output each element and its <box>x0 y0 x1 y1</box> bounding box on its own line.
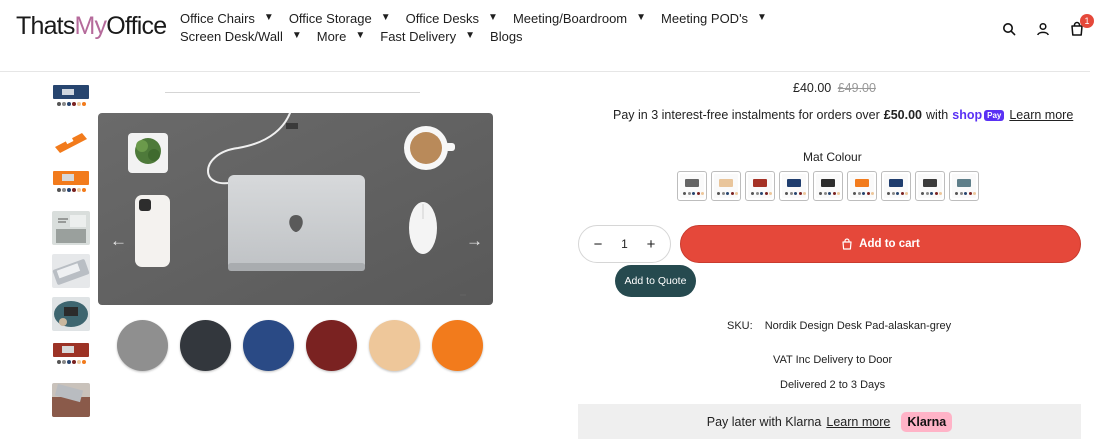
klarna-text: Pay later with Klarna <box>706 414 822 429</box>
installments-with: with <box>926 108 949 122</box>
sku-value: Nordik Design Desk Pad-alaskan-grey <box>764 320 952 332</box>
colour-circle-6[interactable] <box>432 320 483 371</box>
shop-pay-logo: shop Pay <box>952 108 1005 122</box>
caret-down-icon: ▼ <box>636 12 647 23</box>
nav-item-office-chairs[interactable]: Office Chairs ▼ <box>180 11 274 26</box>
thumbnail-list <box>52 82 90 426</box>
mat-colour-swatch-8[interactable] <box>915 171 945 201</box>
nav-item-label: Office Storage <box>288 11 372 26</box>
cart-count-badge: 1 <box>1080 14 1094 28</box>
logo-text-thats: Thats <box>16 12 75 40</box>
klarna-logo: Klarna <box>901 411 953 432</box>
site-logo[interactable]: ThatsMyOffice <box>16 12 167 41</box>
mat-colour-swatch-7[interactable] <box>881 171 911 201</box>
thumbnail-4[interactable] <box>52 211 90 245</box>
nav-item-office-storage[interactable]: Office Storage ▼ <box>289 11 391 26</box>
caret-down-icon: ▼ <box>488 12 498 23</box>
thumbnail-2[interactable] <box>52 125 90 159</box>
cart-icon[interactable]: 1 <box>1067 14 1094 39</box>
quantity-increase-button[interactable]: + <box>644 236 658 253</box>
nav-item-meeting-pod-s[interactable]: Meeting POD's ▼ <box>661 11 767 26</box>
sku-label: SKU: <box>727 320 753 332</box>
caret-down-icon: ▼ <box>380 12 391 23</box>
mat-colour-swatch-4[interactable] <box>779 171 809 201</box>
image-divider <box>165 92 420 93</box>
sku-line: SKU: Nordik Design Desk Pad-alaskan-grey <box>727 320 951 332</box>
nav-item-blogs[interactable]: Blogs <box>490 29 523 44</box>
bag-icon <box>842 238 852 250</box>
nav-item-label: Office Chairs <box>180 11 255 26</box>
logo-text-office: Office <box>106 12 167 40</box>
installments-amount: £50.00 <box>883 108 923 122</box>
shop-pay-tag: Pay <box>984 109 1005 121</box>
quantity-stepper: − 1 + <box>578 225 671 263</box>
caret-down-icon: ▼ <box>465 30 476 41</box>
installments-learn-more-link[interactable]: Learn more <box>1009 108 1073 122</box>
thumbnail-8[interactable] <box>52 383 90 417</box>
caret-down-icon: ▼ <box>757 12 767 23</box>
thumbnail-7[interactable] <box>52 340 90 374</box>
product-price: £40.00 £49.00 <box>793 81 876 95</box>
klarna-banner: Pay later with Klarna Learn more Klarna <box>578 404 1081 439</box>
mat-colour-swatch-3[interactable] <box>745 171 775 201</box>
compare-price: £49.00 <box>837 81 876 95</box>
thumbnail-3[interactable] <box>52 168 90 202</box>
nav-item-label: Meeting/Boardroom <box>512 11 628 26</box>
thumbnail-1[interactable] <box>52 82 90 116</box>
main-nav: Office Chairs ▼ Office Storage ▼ Office Desk… <box>180 11 900 44</box>
quantity-decrease-button[interactable]: − <box>591 236 605 253</box>
thumbnail-5[interactable] <box>52 254 90 288</box>
caret-down-icon: ▼ <box>355 30 366 41</box>
product-main-image[interactable]: ⋯ ← → <box>98 102 493 305</box>
prev-image-arrow[interactable]: ← <box>110 231 127 251</box>
nav-item-office-desks[interactable]: Office Desks ▼ <box>406 11 498 26</box>
add-to-quote-button[interactable]: Add to Quote <box>615 265 696 297</box>
nav-item-label: More <box>316 29 347 44</box>
svg-text:⋯: ⋯ <box>460 293 466 299</box>
nav-item-label: Meeting POD's <box>661 11 749 26</box>
delivery-time-text: Delivered 2 to 3 Days <box>780 379 886 391</box>
mat-colour-swatch-5[interactable] <box>813 171 843 201</box>
nav-item-fast-delivery[interactable]: Fast Delivery ▼ <box>380 29 475 44</box>
mat-colour-label: Mat Colour <box>803 150 862 164</box>
add-to-cart-button[interactable]: Add to cart <box>680 225 1081 263</box>
klarna-learn-more-link[interactable]: Learn more <box>826 415 890 429</box>
vat-delivery-text: VAT Inc Delivery to Door <box>773 354 893 366</box>
installments-message: Pay in 3 interest-free instalments for o… <box>613 108 1073 122</box>
nav-item-label: Fast Delivery <box>380 29 457 44</box>
mat-colour-swatch-1[interactable] <box>677 171 707 201</box>
caret-down-icon: ▼ <box>263 12 274 23</box>
colour-circles <box>117 320 483 371</box>
mat-colour-swatches <box>677 171 979 201</box>
header-icons: 1 <box>999 14 1094 39</box>
nav-item-label: Blogs <box>490 29 523 44</box>
logo-text-my: My <box>74 12 108 40</box>
colour-circle-2[interactable] <box>180 320 231 371</box>
colour-circle-5[interactable] <box>369 320 420 371</box>
next-image-arrow[interactable]: → <box>466 231 483 251</box>
quantity-value[interactable]: 1 <box>621 237 628 251</box>
shop-pay-text: shop <box>952 108 983 122</box>
mat-colour-swatch-6[interactable] <box>847 171 877 201</box>
mat-colour-swatch-2[interactable] <box>711 171 741 201</box>
nav-item-more[interactable]: More ▼ <box>317 29 366 44</box>
installments-text: Pay in 3 interest-free instalments for o… <box>613 108 880 122</box>
site-header: ThatsMyOffice Office Chairs ▼ Office Stora… <box>0 0 1094 72</box>
nav-item-screen-desk-wall[interactable]: Screen Desk/Wall ▼ <box>180 29 302 44</box>
search-icon[interactable] <box>999 19 1019 39</box>
add-to-cart-label: Add to cart <box>859 238 920 250</box>
nav-item-label: Screen Desk/Wall <box>180 29 283 44</box>
mat-colour-swatch-9[interactable] <box>949 171 979 201</box>
thumbnail-6[interactable] <box>52 297 90 331</box>
nav-item-meeting-boardroom[interactable]: Meeting/Boardroom ▼ <box>513 11 646 26</box>
account-icon[interactable] <box>1033 19 1053 39</box>
nav-item-label: Office Desks <box>405 11 480 26</box>
colour-circle-3[interactable] <box>243 320 294 371</box>
colour-circle-4[interactable] <box>306 320 357 371</box>
current-price: £40.00 <box>793 81 832 95</box>
colour-circle-1[interactable] <box>117 320 168 371</box>
caret-down-icon: ▼ <box>291 30 302 41</box>
